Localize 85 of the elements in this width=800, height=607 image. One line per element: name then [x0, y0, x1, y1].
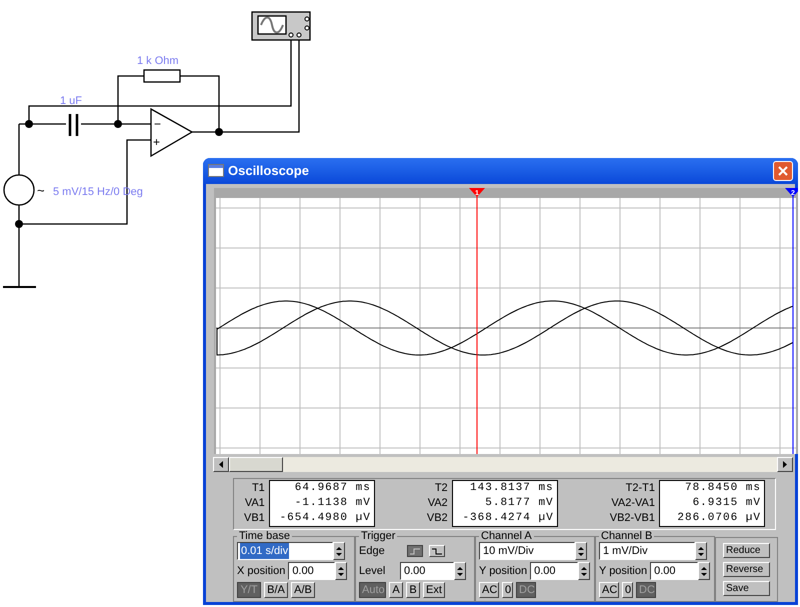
readout-label: VB2 — [426, 511, 448, 526]
readout-value: 6.9315 mV — [692, 496, 761, 512]
readout-value: -654.4980 µV — [280, 511, 371, 526]
window-title: Oscilloscope — [228, 162, 310, 180]
up-arrow-icon — [701, 566, 708, 570]
action-button[interactable]: Save — [723, 581, 770, 596]
field-label: Level — [359, 564, 386, 579]
value-field[interactable]: 0.00 — [650, 562, 698, 580]
cursor[interactable] — [469, 188, 485, 454]
up-arrow-icon — [698, 546, 704, 550]
readout-label: VA1 — [244, 496, 265, 512]
group-title: Channel B — [600, 531, 654, 542]
toggle-button[interactable]: AC — [599, 582, 619, 598]
readout-label: T2-T1 — [626, 481, 655, 496]
down-arrow-icon — [701, 572, 708, 576]
field-label: Y position — [599, 564, 648, 579]
up-arrow-icon — [336, 546, 342, 550]
spin-button[interactable] — [698, 562, 710, 580]
value-field[interactable]: 10 mV/Div — [479, 542, 575, 560]
close-button[interactable] — [773, 160, 793, 181]
toggle-button[interactable]: B/A — [264, 582, 288, 598]
value-field[interactable]: 0.00 — [288, 562, 336, 580]
scrollbar-thumb[interactable] — [229, 456, 283, 472]
toggle-button[interactable]: AC — [479, 582, 499, 598]
down-arrow-icon — [578, 552, 584, 556]
spin-button[interactable] — [454, 562, 466, 580]
toggle-button[interactable]: Ext — [423, 582, 445, 598]
opamp-input-sign: − — [154, 117, 162, 131]
value-field[interactable]: 0.01 s/div — [237, 542, 333, 560]
falling-edge-icon — [432, 548, 442, 554]
readout-value: -1.1138 mV — [294, 496, 371, 512]
up-arrow-icon — [578, 546, 584, 550]
spin-button[interactable] — [575, 542, 587, 560]
up-arrow-icon — [581, 566, 588, 570]
field-label: X position — [237, 564, 286, 579]
source-symbol: ~ — [37, 183, 45, 198]
readout-value: 78.8450 ms — [684, 481, 761, 496]
readout-label: T1 — [252, 481, 265, 496]
field-label: Edge — [359, 544, 386, 559]
opamp-input-sign: + — [153, 135, 160, 149]
down-arrow-icon — [457, 572, 463, 576]
down-arrow-icon — [581, 572, 588, 576]
toggle-button[interactable]: A — [389, 582, 403, 598]
down-arrow-icon — [698, 552, 704, 556]
readout-label: VA2 — [428, 496, 448, 512]
toggle-button[interactable]: B — [406, 582, 420, 598]
value-field[interactable]: 0.00 — [400, 562, 454, 580]
up-arrow-icon — [338, 566, 344, 570]
value-field[interactable]: 1 mV/Div — [599, 542, 695, 560]
toggle-button[interactable]: 0 — [502, 582, 513, 598]
scroll-right-button[interactable] — [777, 456, 793, 472]
readout-label: VA2-VA1 — [611, 496, 655, 512]
toggle-button[interactable]: A/B — [291, 582, 315, 598]
close-icon — [778, 166, 788, 176]
spin-button[interactable] — [695, 542, 707, 560]
action-button[interactable]: Reverse — [723, 562, 770, 577]
left-arrow-icon — [219, 460, 223, 468]
capacitor-label: 1 uF — [60, 95, 82, 107]
up-arrow-icon — [457, 566, 463, 570]
cursor[interactable] — [785, 188, 798, 454]
readout-value: 286.0706 µV — [677, 511, 761, 526]
group-title: Trigger — [360, 531, 396, 542]
readout-value: 5.8177 mV — [485, 496, 554, 512]
readout-value: -368.4274 µV — [462, 511, 554, 526]
resistor-label: 1 k Ohm — [137, 55, 179, 67]
toggle-button[interactable]: 0 — [622, 582, 633, 598]
group-title: Time base — [238, 531, 291, 542]
window-icon — [208, 164, 224, 178]
group-title: Channel A — [480, 531, 533, 542]
readout-label: VB2-VB1 — [610, 511, 655, 526]
action-button[interactable]: Reduce — [723, 543, 770, 558]
readout-label: VB1 — [244, 511, 265, 526]
right-arrow-icon — [783, 460, 787, 468]
readout-value: 64.9687 ms — [294, 481, 371, 496]
scroll-left-button[interactable] — [213, 456, 229, 472]
readout-label: T2 — [434, 481, 448, 496]
down-arrow-icon — [338, 572, 344, 576]
field-label: Y position — [479, 564, 528, 579]
spin-button[interactable] — [333, 542, 345, 560]
spin-button[interactable] — [578, 562, 590, 580]
value-field[interactable]: 0.00 — [530, 562, 578, 580]
spin-button[interactable] — [335, 562, 348, 580]
rising-edge-icon — [410, 548, 420, 554]
readout-value: 143.8137 ms — [470, 481, 554, 496]
down-arrow-icon — [336, 552, 342, 556]
